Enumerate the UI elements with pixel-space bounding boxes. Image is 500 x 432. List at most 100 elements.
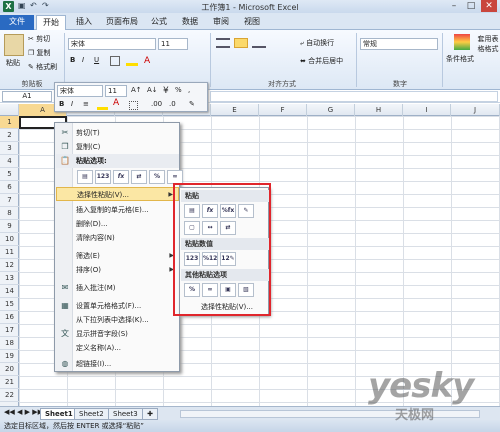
number-format-combo[interactable]: 常规 xyxy=(360,38,438,50)
paste-button[interactable]: 粘贴 xyxy=(6,58,20,68)
table-format-button[interactable]: 套用表格格式 xyxy=(476,34,500,54)
format-painter-button[interactable]: ✎ 格式刷 xyxy=(28,62,57,72)
mini-decrease-decimal-icon[interactable]: .0 xyxy=(169,100,176,108)
menu-item-format-cells[interactable]: ▦ 设置单元格格式(F)... xyxy=(56,299,179,313)
row-header[interactable]: 21 xyxy=(0,376,19,389)
minimize-button[interactable]: – xyxy=(446,0,462,12)
menu-item-copy[interactable]: ❐ 复制(C) xyxy=(56,140,179,154)
tab-review[interactable]: 审阅 xyxy=(207,15,235,30)
font-color-icon[interactable]: A xyxy=(144,56,150,66)
row-header[interactable]: 2 xyxy=(0,129,19,142)
row-header[interactable]: 18 xyxy=(0,337,19,350)
tab-file[interactable]: 文件 xyxy=(0,15,34,30)
mini-currency-icon[interactable]: ¥ xyxy=(163,86,169,96)
menu-item-define-name[interactable]: 定义名称(A)... xyxy=(56,341,179,355)
tab-view[interactable]: 视图 xyxy=(238,15,266,30)
paste-values-icon[interactable]: 123 xyxy=(95,170,111,184)
row-header[interactable]: 3 xyxy=(0,142,19,155)
paste-icon[interactable] xyxy=(4,34,24,56)
row-header[interactable]: 15 xyxy=(0,298,19,311)
conditional-format-icon[interactable] xyxy=(454,34,470,50)
row-header[interactable]: 19 xyxy=(0,350,19,363)
mini-font-combo[interactable]: 宋体 xyxy=(57,85,103,97)
paste-link-icon[interactable]: ∞ xyxy=(167,170,183,184)
menu-item-hyperlink[interactable]: ◍ 超链接(I)... xyxy=(56,357,179,371)
sheet-tab-1[interactable]: Sheet1 xyxy=(40,408,78,420)
paste-transpose-icon[interactable]: ⇄ xyxy=(131,170,147,184)
mini-grow-font-icon[interactable]: A↑ xyxy=(131,86,142,94)
row-header[interactable]: 14 xyxy=(0,285,19,298)
menu-item-sort[interactable]: 排序(O) ▶ xyxy=(56,263,179,277)
italic-button[interactable]: I xyxy=(82,56,84,64)
paste-formatting-icon[interactable]: % xyxy=(149,170,165,184)
underline-button[interactable]: U xyxy=(94,56,99,64)
wrap-text-button[interactable]: ⤶ 自动换行 xyxy=(300,38,334,48)
middle-align-icon[interactable] xyxy=(234,38,248,48)
row-header[interactable]: 8 xyxy=(0,207,19,220)
row-header[interactable]: 16 xyxy=(0,311,19,324)
row-header[interactable]: 7 xyxy=(0,194,19,207)
menu-item-phonetic[interactable]: 文显示拼音字段(S) xyxy=(56,327,179,341)
row-header[interactable]: 5 xyxy=(0,168,19,181)
menu-item-insert-comment[interactable]: ✉ 插入批注(M) xyxy=(56,281,179,295)
row-header[interactable]: 17 xyxy=(0,324,19,337)
top-align-icon[interactable] xyxy=(216,38,230,48)
mini-borders-icon[interactable] xyxy=(129,101,138,110)
sheet-tab-2[interactable]: Sheet2 xyxy=(74,408,109,420)
borders-icon[interactable] xyxy=(110,56,120,66)
row-header[interactable]: 1 xyxy=(0,116,19,129)
sheet-tab-3[interactable]: Sheet3 xyxy=(108,408,143,420)
sheet-nav-icon[interactable]: ◀◀ ◀ ▶ ▶▶ xyxy=(4,408,43,416)
horizontal-scrollbar[interactable] xyxy=(180,410,480,418)
formula-input[interactable] xyxy=(210,91,498,102)
mini-format-painter-icon[interactable]: ✎ xyxy=(189,100,195,108)
row-header[interactable]: 4 xyxy=(0,155,19,168)
paste-formulas-icon[interactable]: fx xyxy=(113,170,129,184)
paste-icon[interactable]: ▤ xyxy=(77,170,93,184)
close-button[interactable]: ✕ xyxy=(481,0,497,12)
menu-item-delete[interactable]: 删除(D)... xyxy=(56,217,179,231)
mini-comma-button[interactable]: , xyxy=(188,86,190,94)
select-all-corner[interactable] xyxy=(0,104,19,116)
mini-increase-decimal-icon[interactable]: .00 xyxy=(151,100,162,108)
row-header[interactable]: 6 xyxy=(0,181,19,194)
mini-percent-button[interactable]: % xyxy=(175,86,182,94)
column-header[interactable]: H xyxy=(355,104,403,116)
column-header[interactable]: I xyxy=(403,104,451,116)
row-header[interactable]: 10 xyxy=(0,233,19,246)
tab-home[interactable]: 开始 xyxy=(36,15,66,30)
menu-item-insert-copied[interactable]: 插入复制的单元格(E)... xyxy=(56,203,179,217)
mini-shrink-font-icon[interactable]: A↓ xyxy=(147,86,158,94)
menu-item-cut[interactable]: ✂ 剪切(T) xyxy=(56,126,179,140)
cut-button[interactable]: ✂ 剪切 xyxy=(28,34,50,44)
mini-fill-icon[interactable] xyxy=(97,100,108,110)
font-size-combo[interactable]: 11 xyxy=(158,38,188,50)
maximize-button[interactable]: □ xyxy=(463,0,479,12)
insert-sheet-icon[interactable]: ✚ xyxy=(142,408,158,420)
font-name-combo[interactable]: 宋体 xyxy=(68,38,156,50)
bold-button[interactable]: B xyxy=(70,56,75,64)
menu-item-pick-list[interactable]: 从下拉列表中选择(K)... xyxy=(56,313,179,327)
mini-italic-button[interactable]: I xyxy=(71,100,73,108)
row-header[interactable]: 11 xyxy=(0,246,19,259)
merge-center-button[interactable]: ⬌ 合并后居中 xyxy=(300,56,343,66)
tab-insert[interactable]: 插入 xyxy=(70,15,98,30)
bottom-align-icon[interactable] xyxy=(252,38,266,48)
tab-formulas[interactable]: 公式 xyxy=(145,15,173,30)
column-header[interactable]: G xyxy=(307,104,355,116)
mini-size-combo[interactable]: 11 xyxy=(105,85,127,97)
row-header[interactable]: 9 xyxy=(0,220,19,233)
copy-button[interactable]: ❐ 复制 xyxy=(28,48,51,58)
name-box[interactable]: A1 xyxy=(2,91,52,102)
column-header[interactable]: F xyxy=(259,104,307,116)
tab-page-layout[interactable]: 页面布局 xyxy=(100,15,144,30)
row-header[interactable]: 12 xyxy=(0,259,19,272)
column-header[interactable]: J xyxy=(451,104,500,116)
row-header[interactable]: 22 xyxy=(0,389,19,402)
mini-font-color-icon[interactable]: A xyxy=(113,98,119,108)
mini-align-icon[interactable]: ≡ xyxy=(83,100,89,108)
conditional-format-button[interactable]: 条件格式 xyxy=(446,54,474,64)
tab-data[interactable]: 数据 xyxy=(176,15,204,30)
mini-bold-button[interactable]: B xyxy=(59,100,64,108)
column-header[interactable]: E xyxy=(211,104,259,116)
